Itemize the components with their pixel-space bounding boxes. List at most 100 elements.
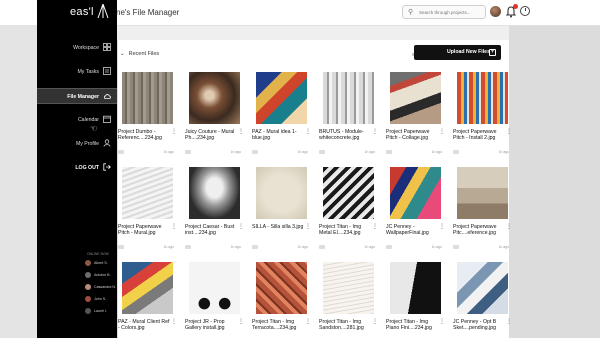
more-options-icon[interactable]: ⋮	[439, 224, 445, 230]
file-type-icon	[453, 150, 459, 154]
upload-new-files-button[interactable]: Upload New Files +	[414, 45, 501, 60]
sidebar-item-my-profile[interactable]: My Profile	[37, 136, 117, 152]
avatar	[85, 272, 91, 278]
more-options-icon[interactable]: ⋮	[238, 129, 244, 135]
more-options-icon[interactable]: ⋮	[372, 129, 378, 135]
file-thumbnail[interactable]	[256, 167, 307, 219]
more-options-icon[interactable]: ⋮	[305, 319, 311, 325]
file-card[interactable]: Project Titan - Img Sandston....281.jpg ⋮…	[319, 262, 378, 338]
sidebar-item-my-tasks[interactable]: My Tasks	[37, 64, 117, 80]
file-name: Project Paperwave Pitch - Install 2.jpg	[453, 129, 497, 142]
file-name: SILLA - Silla silla 3.jpg	[252, 224, 304, 230]
avatar	[85, 284, 91, 290]
recent-files-toggle[interactable]: ⌄ Recent Files	[120, 51, 159, 57]
file-thumbnail[interactable]	[323, 167, 374, 219]
file-meta: 1h ago	[453, 150, 511, 156]
logout-button[interactable]: LOG OUT	[37, 160, 117, 176]
page-title: ne's File Manager	[116, 8, 180, 17]
file-thumbnail[interactable]	[457, 72, 508, 124]
file-thumbnail[interactable]	[390, 262, 441, 314]
file-thumbnail[interactable]	[189, 167, 240, 219]
file-card[interactable]: Project Paperwave Pitch - Mural.jpg ⋮ 1h a…	[118, 167, 177, 257]
file-name: Project Titan - Img Sandston....281.jpg	[319, 319, 364, 332]
file-meta: 1h ago	[185, 150, 243, 156]
file-thumbnail[interactable]	[189, 72, 240, 124]
file-time: 1h ago	[431, 150, 442, 154]
file-card[interactable]: Project Titan - Img Terracota....234.jpg…	[252, 262, 311, 338]
more-options-icon[interactable]: ⋮	[439, 129, 445, 135]
more-options-icon[interactable]: ⋮	[506, 129, 512, 135]
sidebar-item-workspace[interactable]: Workspace	[37, 40, 117, 56]
more-options-icon[interactable]: ⋮	[506, 224, 512, 230]
file-card[interactable]: SILLA - Silla silla 3.jpg ⋮ 1h ago	[252, 167, 311, 257]
avatar	[85, 308, 91, 314]
file-thumbnail[interactable]	[323, 262, 374, 314]
avatar[interactable]	[490, 6, 501, 17]
file-thumbnail[interactable]	[122, 167, 173, 219]
search-box[interactable]: ⚲	[402, 5, 486, 19]
file-meta: 1h ago	[118, 245, 176, 251]
file-thumbnail[interactable]	[323, 72, 374, 124]
clock-icon[interactable]	[520, 6, 530, 16]
file-time: 1h ago	[498, 150, 509, 154]
more-options-icon[interactable]: ⋮	[171, 319, 177, 325]
sidebar-item-file-manager[interactable]: File Manager	[37, 88, 117, 104]
file-meta: 1h ago	[185, 245, 243, 251]
file-card[interactable]: Project Paperwave Pitch - Collage.jpg ⋮ 1h…	[386, 72, 445, 162]
upload-label: Upload New Files	[447, 49, 490, 55]
more-options-icon[interactable]: ⋮	[238, 319, 244, 325]
file-thumbnail[interactable]	[457, 167, 508, 219]
more-options-icon[interactable]: ⋮	[171, 129, 177, 135]
more-options-icon[interactable]: ⋮	[439, 319, 445, 325]
file-card[interactable]: Project Titan - Img Piano Fini....234.jp…	[386, 262, 445, 338]
search-input[interactable]	[419, 7, 483, 17]
file-card[interactable]: JC Penney - Opt B Sket....pending.jpg⋮1h…	[453, 262, 512, 338]
user-name: Antoine B.	[94, 273, 111, 277]
file-thumbnail[interactable]	[390, 72, 441, 124]
file-card[interactable]: Project Paperwave Pitch - Install 2.jpg ⋮…	[453, 72, 512, 162]
file-meta: 1h ago	[386, 245, 444, 251]
online-users-title: ONLINE NOW	[87, 252, 109, 256]
more-options-icon[interactable]: ⋮	[372, 319, 378, 325]
more-options-icon[interactable]: ⋮	[372, 224, 378, 230]
file-card[interactable]: BRUTUS - Module-whiteconcrete.jpg ⋮ 1h ago	[319, 72, 378, 162]
file-thumbnail[interactable]	[122, 72, 173, 124]
more-options-icon[interactable]: ⋮	[305, 129, 311, 135]
file-type-icon	[453, 245, 459, 249]
more-options-icon[interactable]: ⋮	[171, 224, 177, 230]
app-window: ne's File Manager ⚲ eas'l Workspace My T…	[0, 0, 600, 338]
file-card[interactable]: Project JR - Prop Gallery install.jpg⋮1h…	[185, 262, 244, 338]
file-thumbnail[interactable]	[256, 72, 307, 124]
file-card[interactable]: PAZ - Mural idea 1-blue.jpg ⋮ 1h ago	[252, 72, 311, 162]
sidebar-item-calendar[interactable]: Calendar	[37, 112, 117, 128]
file-thumbnail[interactable]	[189, 262, 240, 314]
file-thumbnail[interactable]	[256, 262, 307, 314]
file-meta: 1h ago	[252, 245, 310, 251]
grid-icon	[103, 43, 111, 51]
file-card[interactable]: Juicy Couture - Mural Ph....234.jpg ⋮ 1h a…	[185, 72, 244, 162]
file-card[interactable]: Project Paperwave Pitc....eference.jpg ⋮ 1…	[453, 167, 512, 257]
file-panel: ⌄Recent Files Sort By⇅ Upload New Files+…	[117, 40, 512, 338]
file-time: 1h ago	[163, 245, 174, 249]
recent-files-label: Recent Files	[128, 51, 160, 57]
file-meta: 1h ago	[252, 150, 310, 156]
more-options-icon[interactable]: ⋮	[305, 224, 311, 230]
file-card[interactable]: Project Titan - Img Metal El....234.jpg ⋮…	[319, 167, 378, 257]
file-card[interactable]: Project Dumbo - Referenc....234.jpg ⋮ 1h a…	[118, 72, 177, 162]
more-options-icon[interactable]: ⋮	[506, 319, 512, 325]
more-options-icon[interactable]: ⋮	[238, 224, 244, 230]
file-card[interactable]: PAZ - Mural Client Ref - Colors.jpg⋮1h a…	[118, 262, 177, 338]
file-name: Project Titan - Img Terracota....234.jpg	[252, 319, 297, 332]
file-thumbnail[interactable]	[390, 167, 441, 219]
checklist-icon	[103, 67, 111, 75]
sidebar-item-label: File Manager	[67, 94, 99, 100]
file-name: Project Titan - Img Piano Fini....234.jp…	[386, 319, 432, 332]
file-time: 1h ago	[163, 150, 174, 154]
file-thumbnail[interactable]	[122, 262, 173, 314]
file-card[interactable]: JC Penney - WallpaperFinal.jpg ⋮ 1h ago	[386, 167, 445, 257]
file-name: Project Titan - Img Metal El....234.jpg	[319, 224, 362, 237]
file-thumbnail[interactable]	[457, 262, 508, 314]
file-card[interactable]: Project Caesar - Bust inst....234.jpg ⋮ 1h…	[185, 167, 244, 257]
bell-icon[interactable]	[505, 4, 518, 18]
file-time: 1h ago	[431, 245, 442, 249]
